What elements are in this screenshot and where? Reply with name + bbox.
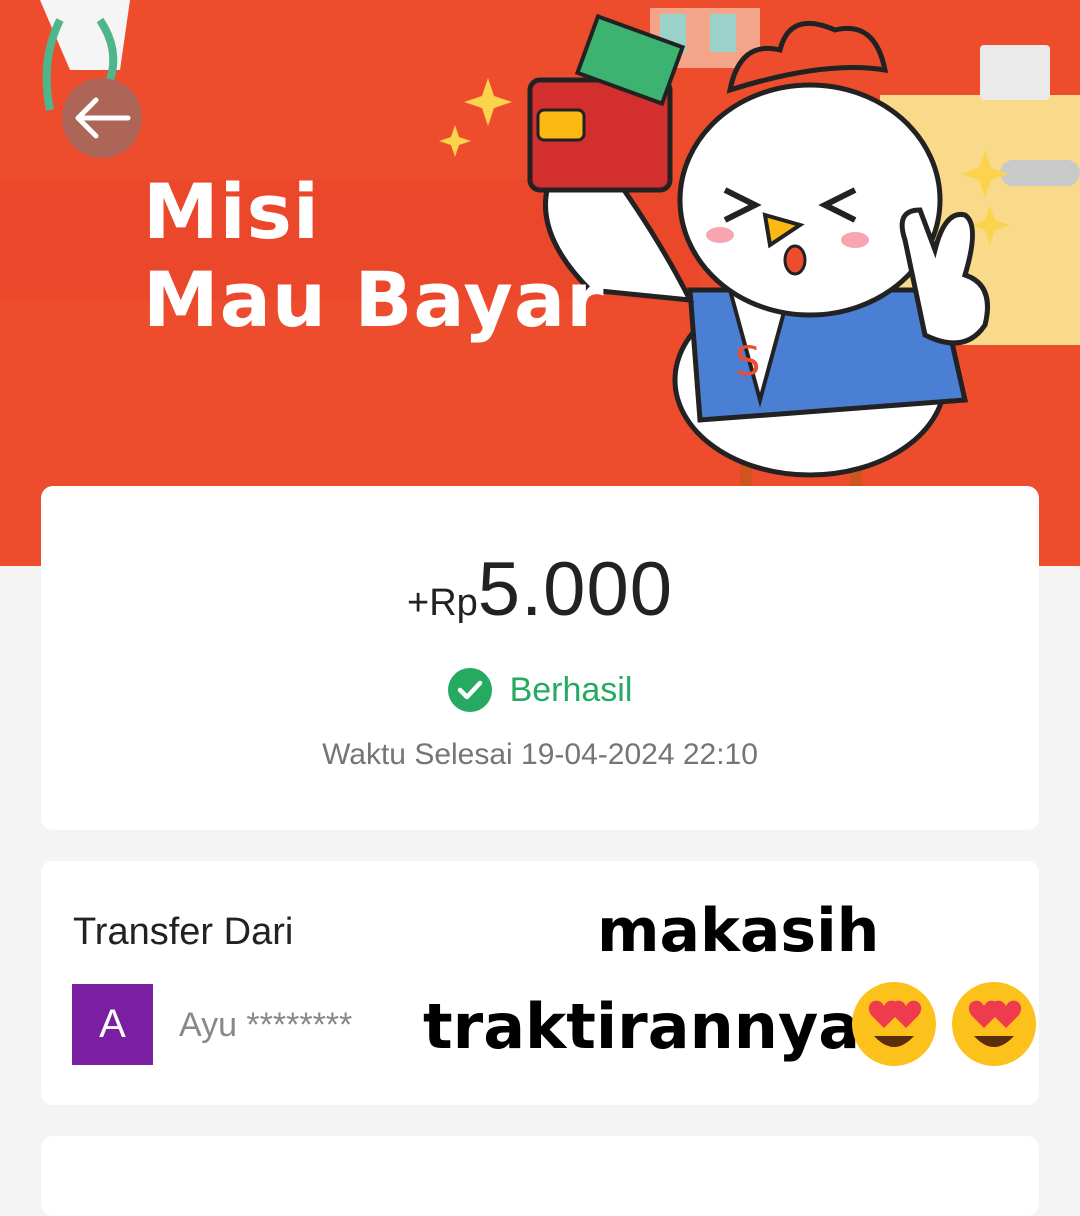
transaction-summary-card: +Rp5.000 Berhasil Waktu Selesai 19-04-20… [41,486,1039,830]
overlay-caption-line-2: traktirannya [423,990,861,1063]
amount: +Rp5.000 [41,546,1039,633]
status-text: Berhasil [509,670,633,709]
svg-text:S: S [735,339,760,385]
banner-title: Misi Mau Bayar [143,168,605,344]
next-card [41,1136,1039,1216]
transfer-from-label: Transfer Dari [73,911,294,953]
arrow-left-icon [75,97,131,139]
avatar: A [72,984,153,1065]
heart-eyes-emoji-icon [952,982,1036,1066]
banner-title-line-2: Mau Bayar [143,255,605,344]
check-circle-icon [447,668,492,712]
promo-banner: S Misi Mau Bayar [0,0,1080,566]
back-button[interactable] [62,78,142,158]
sender-name: Ayu ******** [179,1006,353,1044]
heart-eyes-emoji-icon [852,982,936,1066]
banner-title-line-1: Misi [143,167,320,256]
amount-prefix: +Rp [407,582,478,624]
amount-value: 5.000 [477,547,673,632]
overlay-caption-line-1: makasih [597,896,880,966]
status-row: Berhasil [41,668,1039,712]
completed-time: Waktu Selesai 19-04-2024 22:10 [322,738,758,771]
